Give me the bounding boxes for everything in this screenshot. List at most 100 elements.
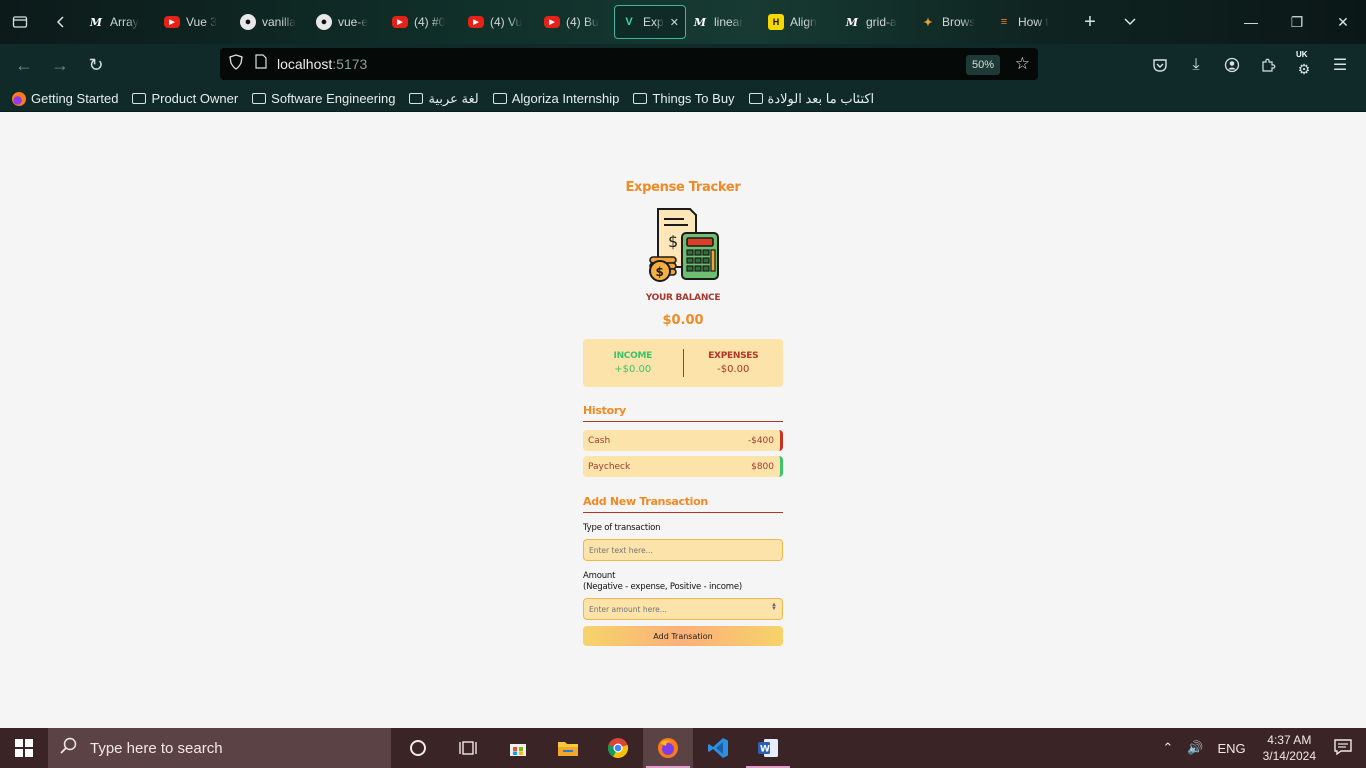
history-item[interactable]: Paycheck $800	[583, 456, 783, 477]
reload-icon[interactable]: ↻	[78, 47, 114, 83]
list-all-tabs-icon[interactable]	[1110, 0, 1150, 44]
browser-tab[interactable]: ▶ Vue 3	[158, 5, 234, 39]
file-explorer-icon[interactable]	[543, 728, 593, 768]
expenses-value: -$0.00	[717, 364, 750, 375]
search-placeholder: Type here to search	[90, 739, 223, 757]
new-tab-icon[interactable]: +	[1070, 0, 1110, 44]
url-port: :5173	[332, 56, 368, 72]
browser-tab[interactable]: ≡ How t	[990, 5, 1066, 39]
vscode-icon[interactable]	[693, 728, 743, 768]
tab-label: Vue 3	[186, 15, 217, 29]
extensions-icon[interactable]	[1250, 48, 1286, 82]
app-menu-icon[interactable]: ☰	[1322, 48, 1358, 82]
browser-tab[interactable]: H Align	[762, 5, 838, 39]
browser-tab[interactable]: M Array	[82, 5, 158, 39]
browser-tab[interactable]: Mlinear	[686, 5, 762, 39]
bookmark-folder-product-owner[interactable]: Product Owner	[132, 91, 238, 106]
svg-text:W: W	[760, 745, 770, 755]
page-info-icon[interactable]	[255, 54, 267, 74]
bookmark-label: Things To Buy	[652, 91, 735, 106]
balance-label: YOUR BALANCE	[645, 293, 721, 303]
restore-icon[interactable]: ❐	[1274, 0, 1320, 44]
history-item-text: Paycheck	[588, 461, 631, 472]
zoom-level[interactable]: 50%	[965, 55, 1000, 75]
search-icon	[60, 737, 78, 759]
browser-tab[interactable]: V Exp ✕	[614, 5, 686, 39]
amount-input[interactable]	[583, 598, 783, 620]
bookmark-folder-things-to-buy[interactable]: Things To Buy	[633, 91, 735, 106]
history-item[interactable]: Cash -$400	[583, 430, 783, 451]
browser-tab[interactable]: Mgrid-a	[838, 5, 914, 39]
add-transaction-button[interactable]: Add Transation	[583, 626, 783, 646]
browser-tab[interactable]: ● vue-e	[310, 5, 386, 39]
bookmark-label: Software Engineering	[271, 91, 396, 106]
taskbar-search-box[interactable]: Type here to search	[48, 728, 391, 768]
amount-label: Amount (Negative - expense, Positive - i…	[583, 571, 783, 593]
toolbar-right-icons: ⤓ UK ⚙ ☰	[1142, 48, 1358, 82]
medium-icon: M	[693, 15, 707, 29]
tab-label: Align	[790, 15, 817, 29]
vue-icon: V	[625, 16, 633, 28]
navigation-toolbar: ← → ↻ localhost:5173 50% ☆ ⤓ UK ⚙ ☰	[0, 44, 1366, 86]
folder-icon	[252, 93, 267, 104]
stackoverflow-icon: ≡	[1000, 16, 1008, 28]
svg-text:$: $	[656, 265, 664, 279]
close-window-icon[interactable]: ✕	[1320, 0, 1366, 44]
tracking-protection-icon[interactable]	[229, 53, 243, 75]
input-language[interactable]: ENG	[1210, 741, 1252, 756]
income-column: INCOME +$0.00	[583, 351, 683, 375]
tab-label: Array	[110, 15, 139, 29]
bookmark-folder-software-engineering[interactable]: Software Engineering	[252, 91, 395, 106]
show-hidden-icons-icon[interactable]: ⌃	[1155, 740, 1180, 756]
receipt-calculator-icon: $ $	[649, 208, 719, 282]
browser-icon: ✦	[923, 16, 933, 29]
transaction-text-input[interactable]	[583, 539, 783, 561]
browser-tab[interactable]: ▶ (4) Vu	[462, 5, 538, 39]
close-tab-icon[interactable]: ✕	[670, 16, 679, 29]
firefox-taskbar-icon[interactable]	[643, 728, 693, 768]
bookmark-label: Getting Started	[31, 91, 119, 106]
language-extension-icon[interactable]: UK ⚙	[1286, 48, 1322, 82]
notifications-icon[interactable]	[1326, 738, 1366, 758]
browser-tab[interactable]: ▶ (4) Bu	[538, 5, 614, 39]
income-expense-summary: INCOME +$0.00 EXPENSES -$0.00	[583, 339, 783, 387]
pocket-icon[interactable]	[1142, 48, 1178, 82]
cortana-icon[interactable]	[393, 728, 443, 768]
bookmark-folder-algoriza-internship[interactable]: Algoriza Internship	[492, 91, 619, 106]
tab-label: Brows	[942, 15, 976, 29]
bookmark-label: اكتئاب ما بعد الولادة	[767, 90, 875, 106]
number-spinner-icon[interactable]: ▲ ▼	[771, 602, 777, 612]
browser-tab[interactable]: ▶ (4) #0	[386, 5, 462, 39]
income-value: +$0.00	[614, 364, 652, 375]
windows-start-icon[interactable]	[0, 728, 48, 768]
downloads-icon[interactable]: ⤓	[1178, 48, 1214, 82]
word-icon[interactable]: W	[743, 728, 793, 768]
scroll-tabs-left-icon[interactable]	[40, 0, 82, 44]
tab-label: (4) Vu	[490, 15, 523, 29]
window-controls: — ❐ ✕	[1228, 0, 1366, 44]
url-text: localhost:5173	[277, 56, 367, 72]
task-view-icon[interactable]	[443, 728, 493, 768]
balance-value: $0.00	[662, 313, 704, 328]
tab-overview-icon[interactable]	[0, 0, 40, 44]
browser-tab[interactable]: ✦ Brows	[914, 5, 990, 39]
volume-icon[interactable]: 🔊	[1180, 740, 1210, 756]
account-icon[interactable]	[1214, 48, 1250, 82]
bookmark-star-icon[interactable]: ☆	[1015, 54, 1030, 74]
chrome-icon[interactable]	[593, 728, 643, 768]
bookmark-folder-postpartum[interactable]: اكتئاب ما بعد الولادة	[748, 90, 875, 107]
bookmark-folder-arabic[interactable]: لغة عربية	[409, 91, 479, 107]
url-bar[interactable]: localhost:5173 50% ☆	[220, 48, 1038, 80]
windows-taskbar: Type here to search W ⌃ 🔊 ENG 4:37 AM 3/…	[0, 728, 1366, 768]
browser-tab[interactable]: ● vanilla	[234, 5, 310, 39]
microsoft-store-icon[interactable]	[493, 728, 543, 768]
bookmark-getting-started[interactable]: Getting Started	[12, 91, 118, 106]
tab-label: (4) Bu	[566, 15, 599, 29]
forward-icon[interactable]: →	[42, 47, 78, 83]
minimize-icon[interactable]: —	[1228, 0, 1274, 44]
app-title: Expense Tracker	[625, 180, 741, 195]
system-clock[interactable]: 4:37 AM 3/14/2024	[1253, 732, 1326, 764]
back-icon[interactable]: ←	[6, 47, 42, 83]
youtube-icon: ▶	[392, 16, 408, 28]
tab-strip: M Array ▶ Vue 3 ● vanilla ● vue-e ▶ (4) #0 ▶ (4) Vu…	[82, 5, 1066, 39]
